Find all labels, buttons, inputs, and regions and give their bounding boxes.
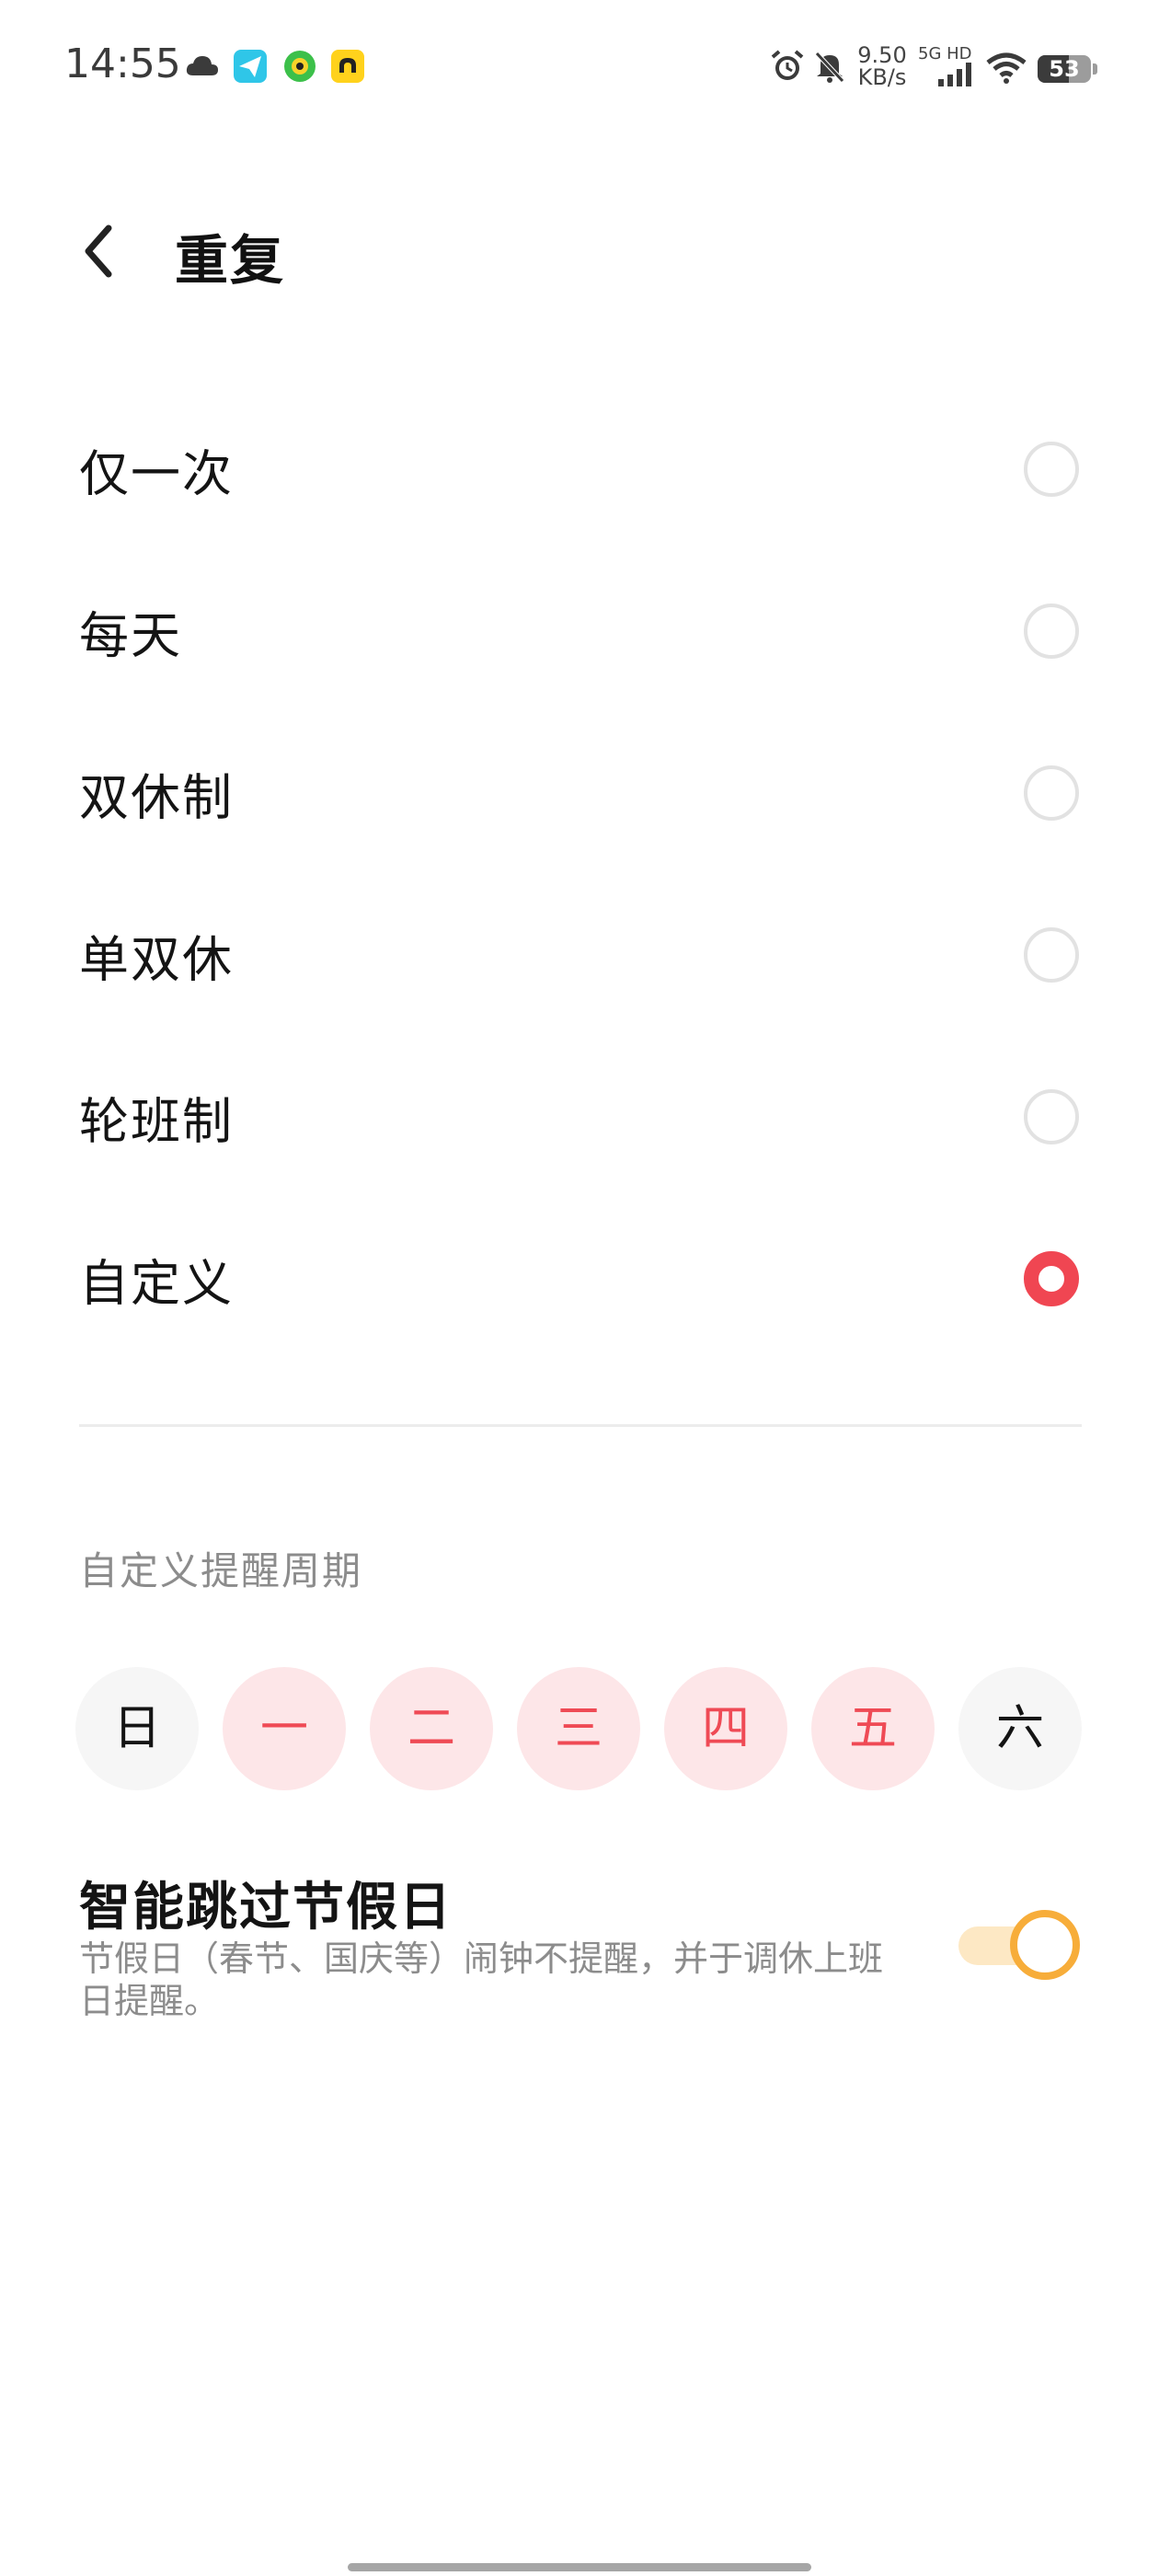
- option-label: 每天: [79, 606, 182, 665]
- wifi-icon: [986, 52, 1027, 88]
- cloud-icon: [184, 48, 221, 85]
- option-label: 仅一次: [79, 444, 234, 503]
- paper-plane-app-icon: [232, 48, 269, 85]
- day-button-wed[interactable]: 三: [517, 1667, 640, 1790]
- day-button-fri[interactable]: 五: [811, 1667, 935, 1790]
- battery-level: 53: [1049, 56, 1080, 82]
- alarm-icon: [769, 48, 806, 85]
- option-row-two-day-weekend[interactable]: 双休制: [0, 712, 1159, 874]
- radio-button[interactable]: [1024, 604, 1079, 659]
- skip-holidays-toggle[interactable]: [953, 1906, 1082, 1982]
- toggle-knob: [1010, 1910, 1080, 1980]
- home-indicator[interactable]: [348, 2563, 811, 2571]
- radio-button[interactable]: [1024, 927, 1079, 983]
- day-button-mon[interactable]: 一: [223, 1667, 346, 1790]
- skip-holidays-title: 智能跳过节假日: [79, 1878, 453, 1938]
- option-row-shift[interactable]: 轮班制: [0, 1036, 1159, 1198]
- day-button-sat[interactable]: 六: [958, 1667, 1082, 1790]
- battery-icon: 53: [1038, 55, 1097, 83]
- radio-button-checked[interactable]: [1024, 1251, 1079, 1306]
- net-speed-value: 9.50: [857, 42, 907, 68]
- radio-button[interactable]: [1024, 442, 1079, 497]
- signal-icon: [936, 61, 973, 88]
- status-bar: 14:55 9.50 KB/s 5G HD 53: [0, 0, 1159, 138]
- day-button-tue[interactable]: 二: [370, 1667, 493, 1790]
- day-button-sun[interactable]: 日: [75, 1667, 199, 1790]
- option-label: 双休制: [79, 768, 234, 827]
- option-label: 自定义: [79, 1254, 234, 1313]
- option-row-once[interactable]: 仅一次: [0, 388, 1159, 550]
- radio-button[interactable]: [1024, 765, 1079, 821]
- chevron-left-icon: [85, 224, 112, 278]
- mute-bell-icon: [811, 48, 848, 85]
- page-title: 重复: [175, 229, 286, 292]
- option-label: 轮班制: [79, 1092, 234, 1151]
- back-button[interactable]: [74, 219, 129, 283]
- status-time: 14:55: [64, 40, 181, 87]
- skip-holidays-description: 节假日（春节、国庆等）闹钟不提醒，并于调休上班日提醒。: [79, 1938, 884, 2021]
- option-row-alternating-weekend[interactable]: 单双休: [0, 874, 1159, 1036]
- radio-button[interactable]: [1024, 1089, 1079, 1144]
- day-button-thu[interactable]: 四: [664, 1667, 787, 1790]
- option-row-daily[interactable]: 每天: [0, 550, 1159, 712]
- section-title-custom-cycle: 自定义提醒周期: [79, 1548, 363, 1593]
- divider: [79, 1424, 1082, 1427]
- net-speed-unit: KB/s: [857, 64, 907, 90]
- yellow-app-icon: [329, 48, 366, 85]
- net-speed: 9.50 KB/s: [854, 44, 911, 88]
- green-app-icon: [281, 48, 318, 85]
- option-row-custom[interactable]: 自定义: [0, 1198, 1159, 1360]
- option-label: 单双休: [79, 930, 234, 989]
